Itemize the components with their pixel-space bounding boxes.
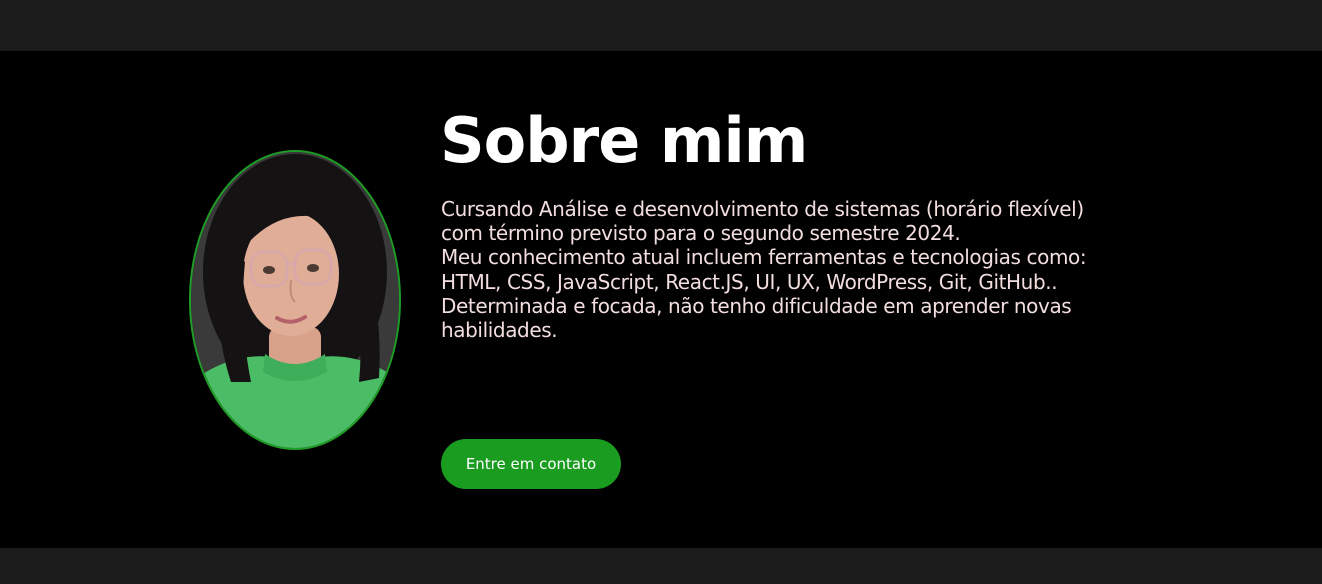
about-line-knowledge: Meu conhecimento atual incluem ferrament… [441, 245, 1087, 270]
bottom-band [0, 548, 1322, 584]
about-line-technologies: HTML, CSS, JavaScript, React.JS, UI, UX,… [441, 269, 1058, 294]
top-band [0, 0, 1322, 51]
about-section: Sobre mim Cursando Análise e desenvolvim… [0, 51, 1322, 548]
profile-photo [189, 150, 401, 450]
about-line-traits: Determinada e focada, não tenho dificuld… [441, 293, 1072, 343]
profile-photo-illustration [191, 152, 399, 448]
about-description: Cursando Análise e desenvolvimento de si… [441, 197, 1121, 342]
about-line-study: Cursando Análise e desenvolvimento de si… [441, 197, 1084, 246]
contact-button[interactable]: Entre em contato [441, 439, 621, 489]
page-title: Sobre mim [440, 104, 808, 177]
